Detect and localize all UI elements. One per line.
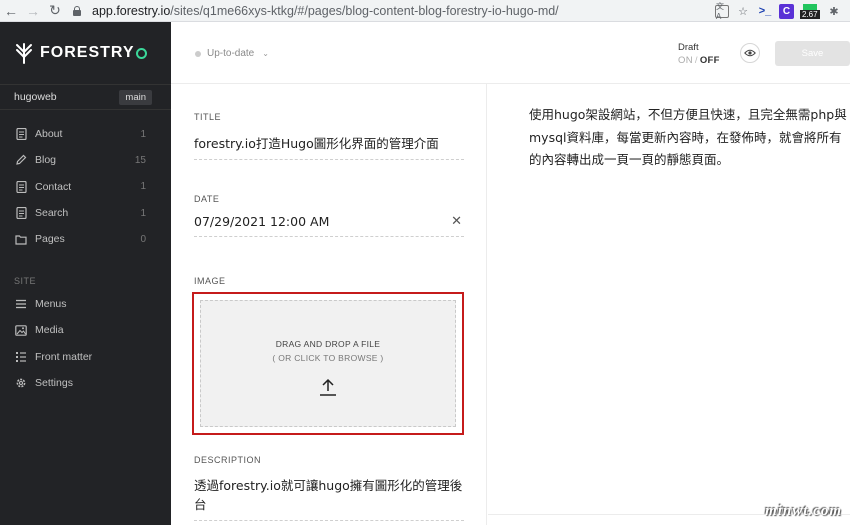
branch-badge[interactable]: main bbox=[119, 89, 152, 105]
menu-icon bbox=[15, 298, 27, 310]
image-icon bbox=[15, 324, 27, 336]
image-dropzone[interactable]: DRAG AND DROP A FILE ( OR CLICK TO BROWS… bbox=[192, 292, 464, 435]
title-input[interactable]: forestry.io打造Hugo圖形化界面的管理介面 bbox=[194, 133, 464, 160]
sidebar: FORESTRY hugoweb main About 1 Blog 15 Co… bbox=[0, 22, 171, 525]
title-label: TITLE bbox=[194, 112, 222, 122]
description-label: DESCRIPTION bbox=[194, 455, 262, 465]
gear-icon bbox=[15, 377, 27, 389]
puzzle-icon[interactable]: ✱ bbox=[826, 3, 842, 19]
image-label: IMAGE bbox=[194, 276, 226, 286]
content-nav: About 1 Blog 15 Contact 1 Search 1 Pages… bbox=[0, 121, 171, 252]
draft-toggle-state[interactable]: ON / OFF bbox=[678, 55, 720, 66]
dropzone-area[interactable]: DRAG AND DROP A FILE ( OR CLICK TO BROWS… bbox=[200, 300, 456, 427]
sidebar-item-front-matter[interactable]: Front matter bbox=[0, 344, 171, 370]
watermark: minwt.com bbox=[765, 503, 842, 519]
sidebar-item-pages[interactable]: Pages 0 bbox=[0, 226, 171, 252]
prompt-extension-icon[interactable]: >_ bbox=[757, 3, 773, 19]
status-dot-icon bbox=[195, 50, 201, 57]
section-title-site: SITE bbox=[14, 276, 37, 286]
page-icon bbox=[15, 128, 27, 141]
sidebar-item-contact[interactable]: Contact 1 bbox=[0, 174, 171, 200]
pencil-icon bbox=[15, 154, 27, 166]
preview-button[interactable] bbox=[740, 43, 760, 63]
description-input[interactable]: 透過forestry.io就可讓hugo擁有圖形化的管理後台 bbox=[194, 475, 464, 521]
editor-topbar: Up-to-date ⌄ Draft ON / OFF Save bbox=[171, 22, 850, 84]
site-nav: Menus Media Front matter Settings bbox=[0, 291, 171, 396]
address-bar[interactable]: app.forestry.io/sites/q1me66xys-ktkg/#/p… bbox=[72, 2, 772, 20]
url-text: app.forestry.io/sites/q1me66xys-ktkg/#/p… bbox=[92, 4, 559, 18]
brand-name: FORESTRY bbox=[40, 44, 135, 61]
star-icon[interactable]: ☆ bbox=[735, 3, 751, 19]
extension-badge: 2.67 bbox=[800, 10, 820, 19]
page-icon bbox=[15, 180, 27, 193]
sidebar-item-settings[interactable]: Settings bbox=[0, 370, 171, 396]
page-icon bbox=[15, 207, 27, 220]
sidebar-item-blog[interactable]: Blog 15 bbox=[0, 147, 171, 173]
battery-extension-icon[interactable]: 2.67 bbox=[800, 3, 820, 19]
site-selector[interactable]: hugoweb main bbox=[0, 84, 171, 110]
eye-icon bbox=[744, 49, 756, 57]
connection-status-icon bbox=[136, 48, 147, 59]
save-button[interactable]: Save bbox=[775, 41, 850, 66]
brand[interactable]: FORESTRY bbox=[14, 42, 135, 64]
sync-status-dropdown[interactable]: Up-to-date ⌄ bbox=[195, 48, 269, 59]
date-label: DATE bbox=[194, 194, 220, 204]
c-extension-icon[interactable]: C bbox=[779, 3, 794, 19]
clear-date-icon[interactable]: ✕ bbox=[451, 214, 462, 229]
front-matter-form: TITLE forestry.io打造Hugo圖形化界面的管理介面 DATE 0… bbox=[171, 84, 487, 525]
forestry-logo-icon bbox=[16, 43, 32, 64]
sidebar-item-about[interactable]: About 1 bbox=[0, 121, 171, 147]
date-input[interactable]: 07/29/2021 12:00 AM ✕ bbox=[194, 214, 464, 237]
folder-icon bbox=[15, 233, 27, 245]
browser-toolbar: ← → ↻ app.forestry.io/sites/q1me66xys-kt… bbox=[0, 0, 850, 22]
sync-status-label: Up-to-date bbox=[207, 48, 255, 59]
front-matter-icon bbox=[15, 351, 27, 363]
date-value: 07/29/2021 12:00 AM bbox=[194, 214, 330, 229]
lock-icon bbox=[72, 6, 82, 16]
chevron-down-icon: ⌄ bbox=[262, 49, 269, 58]
site-name: hugoweb bbox=[14, 91, 57, 103]
reload-icon[interactable]: ↻ bbox=[44, 0, 66, 22]
sidebar-item-media[interactable]: Media bbox=[0, 317, 171, 343]
draft-label: Draft bbox=[678, 42, 699, 53]
dropzone-subtitle: ( OR CLICK TO BROWSE ) bbox=[272, 353, 384, 363]
sidebar-item-search[interactable]: Search 1 bbox=[0, 200, 171, 226]
draft-toggle[interactable]: Draft ON / OFF bbox=[678, 42, 720, 66]
dropzone-title: DRAG AND DROP A FILE bbox=[275, 339, 381, 349]
forward-icon[interactable]: → bbox=[22, 0, 44, 22]
upload-icon bbox=[320, 378, 336, 396]
sidebar-item-menus[interactable]: Menus bbox=[0, 291, 171, 317]
translate-icon[interactable]: 文A bbox=[715, 2, 729, 21]
content-body[interactable]: 使用hugo架設網站，不但方便且快速，且完全無需php與mysql資料庫，每當更… bbox=[529, 104, 847, 172]
content-editor[interactable]: 使用hugo架設網站，不但方便且快速，且完全無需php與mysql資料庫，每當更… bbox=[488, 84, 850, 525]
back-icon[interactable]: ← bbox=[0, 0, 22, 22]
